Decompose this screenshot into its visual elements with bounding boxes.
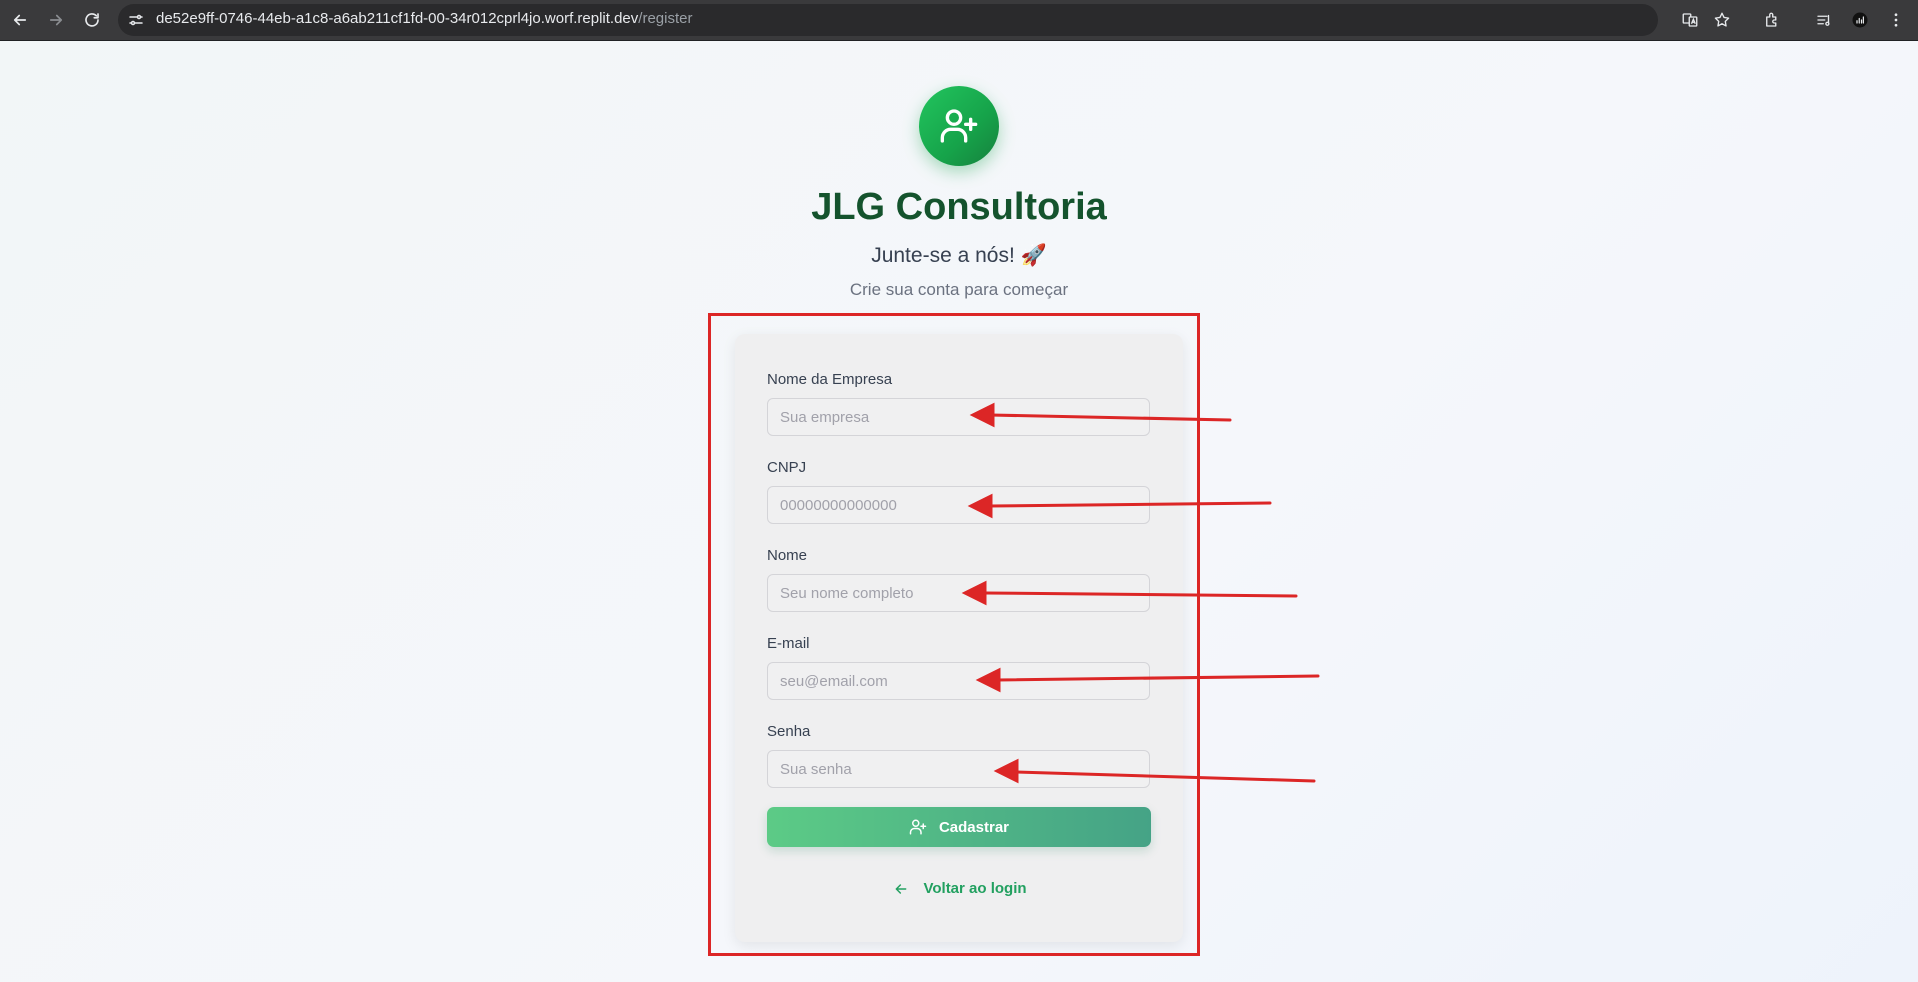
reload-icon[interactable] [78,6,106,34]
annotation-highlight-box [708,313,1200,956]
welcome-heading: Junte-se a nós! 🚀 [871,244,1047,267]
page-title: JLG Consultoria [811,186,1107,228]
back-icon[interactable] [6,6,34,34]
forward-icon[interactable] [42,6,70,34]
menu-icon[interactable] [1884,8,1908,32]
url-path: /register [638,10,693,27]
site-info-icon[interactable] [124,8,148,32]
extensions-icon[interactable] [1760,8,1784,32]
browser-toolbar: de52e9ff-0746-44eb-a1c8-a6ab211cf1fd-00-… [0,0,1918,41]
subtitle: Crie sua conta para começar [849,280,1069,299]
user-plus-icon [940,109,978,143]
profile-icon[interactable] [1848,8,1872,32]
star-icon[interactable] [1710,8,1734,32]
logo [919,86,999,166]
url-host: de52e9ff-0746-44eb-a1c8-a6ab211cf1fd-00-… [156,10,639,27]
translate-icon[interactable] [1678,8,1702,32]
media-icon[interactable] [1812,8,1836,32]
url-text[interactable]: de52e9ff-0746-44eb-a1c8-a6ab211cf1fd-00-… [156,10,692,27]
